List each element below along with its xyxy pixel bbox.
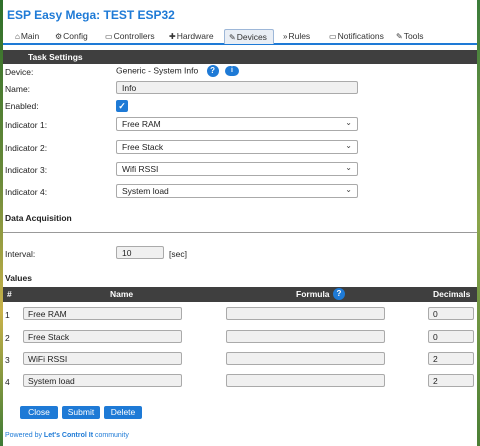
help-icon[interactable]: ? bbox=[206, 65, 219, 77]
rules-icon: » bbox=[283, 32, 288, 41]
device-value: Generic - System Info bbox=[116, 65, 199, 76]
value-formula-input[interactable] bbox=[226, 307, 385, 320]
info-icon[interactable]: i bbox=[224, 66, 239, 76]
interval-label: Interval: bbox=[5, 249, 36, 259]
task-name-input[interactable]: Info bbox=[116, 81, 358, 94]
value-decimals-input[interactable]: 2 bbox=[428, 352, 474, 365]
tab-label: Hardware bbox=[176, 31, 214, 41]
tab-main[interactable]: ⌂Main bbox=[11, 29, 43, 44]
value-decimals-input[interactable]: 0 bbox=[428, 330, 474, 343]
interval-input[interactable]: 10 bbox=[116, 246, 164, 259]
main-nav-tabs: ⌂Main ⚙Config ▭Controllers ✚Hardware ✎De… bbox=[3, 28, 477, 45]
indicator-1-label: Indicator 1: bbox=[5, 120, 48, 130]
chevron-down-icon: ⌄ bbox=[345, 118, 352, 127]
value-name-input[interactable]: Free RAM bbox=[23, 307, 182, 320]
footer-brand-link[interactable]: Let's Control It bbox=[44, 432, 93, 439]
tab-devices[interactable]: ✎Devices bbox=[224, 29, 274, 44]
tab-rules[interactable]: »Rules bbox=[279, 29, 314, 44]
chevron-down-icon: ⌄ bbox=[345, 141, 352, 150]
indicator-2-select[interactable]: Free Stack ⌄ bbox=[116, 140, 358, 154]
app-title: ESP Easy Mega: TEST ESP32 bbox=[7, 8, 175, 22]
value-formula-input[interactable] bbox=[226, 330, 385, 343]
help-icon[interactable]: ? bbox=[333, 288, 345, 300]
close-button[interactable]: Close bbox=[20, 406, 58, 419]
value-decimals-input[interactable]: 0 bbox=[428, 307, 474, 320]
values-table-header: # Name Formula ? Decimals bbox=[3, 287, 477, 302]
tab-hardware[interactable]: ✚Hardware bbox=[165, 29, 218, 44]
tab-notifications[interactable]: ▭Notifications bbox=[325, 29, 388, 44]
indicator-4-select[interactable]: System load ⌄ bbox=[116, 184, 358, 198]
chevron-down-icon: ⌄ bbox=[345, 163, 352, 172]
row-number: 1 bbox=[5, 310, 10, 320]
indicator-1-select[interactable]: Free RAM ⌄ bbox=[116, 117, 358, 131]
value-name-input[interactable]: Free Stack bbox=[23, 330, 182, 343]
tab-controllers[interactable]: ▭Controllers bbox=[101, 29, 159, 44]
tab-tools[interactable]: ✎Tools bbox=[392, 29, 428, 44]
value-decimals-input[interactable]: 2 bbox=[428, 374, 474, 387]
indicator-3-select[interactable]: Wifi RSSI ⌄ bbox=[116, 162, 358, 176]
data-acquisition-title: Data Acquisition bbox=[5, 213, 72, 223]
home-icon: ⌂ bbox=[15, 32, 20, 41]
pin-icon: ✚ bbox=[169, 32, 176, 41]
device-label: Device: bbox=[5, 67, 34, 77]
tab-label: Controllers bbox=[113, 31, 155, 41]
divider bbox=[3, 232, 477, 233]
col-num-header: # bbox=[7, 289, 12, 299]
value-name-input[interactable]: System load bbox=[23, 374, 182, 387]
indicator-4-value: System load bbox=[122, 186, 169, 196]
gear-icon: ⚙ bbox=[55, 32, 63, 41]
footer-suffix: community bbox=[93, 432, 129, 439]
value-formula-input[interactable] bbox=[226, 352, 385, 365]
value-formula-input[interactable] bbox=[226, 374, 385, 387]
tools-icon: ✎ bbox=[396, 32, 403, 41]
row-number: 2 bbox=[5, 333, 10, 343]
tab-label: Rules bbox=[288, 31, 311, 41]
device-edit-page: ESP Easy Mega: TEST ESP32 ⌂Main ⚙Config … bbox=[3, 0, 477, 446]
row-number: 4 bbox=[5, 377, 10, 387]
controllers-icon: ▭ bbox=[105, 32, 113, 41]
col-formula-header: Formula bbox=[296, 289, 330, 299]
enabled-label: Enabled: bbox=[5, 101, 39, 111]
tab-label: Notifications bbox=[337, 31, 384, 41]
chevron-down-icon: ⌄ bbox=[345, 185, 352, 194]
footer-prefix: Powered by bbox=[5, 432, 44, 439]
task-settings-header: Task Settings bbox=[3, 50, 477, 64]
submit-button[interactable]: Submit bbox=[62, 406, 100, 419]
value-name-input[interactable]: WiFi RSSI bbox=[23, 352, 182, 365]
enabled-checkbox[interactable]: ✓ bbox=[116, 100, 128, 112]
indicator-1-value: Free RAM bbox=[122, 119, 161, 129]
footer: Powered by Let's Control It community bbox=[5, 432, 129, 439]
values-title: Values bbox=[5, 273, 32, 283]
tab-label: Main bbox=[20, 31, 40, 41]
name-label: Name: bbox=[5, 84, 31, 94]
pencil-icon: ✎ bbox=[229, 33, 236, 42]
tab-label: Devices bbox=[236, 32, 267, 42]
indicator-3-label: Indicator 3: bbox=[5, 165, 48, 175]
indicator-3-value: Wifi RSSI bbox=[122, 164, 159, 174]
delete-button[interactable]: Delete bbox=[104, 406, 142, 419]
tab-config[interactable]: ⚙Config bbox=[51, 29, 92, 44]
device-value-row: Generic - System Info ? i bbox=[116, 65, 239, 77]
row-number: 3 bbox=[5, 355, 10, 365]
indicator-2-label: Indicator 2: bbox=[5, 143, 48, 153]
indicator-2-value: Free Stack bbox=[122, 142, 164, 152]
indicator-4-label: Indicator 4: bbox=[5, 187, 48, 197]
tab-label: Config bbox=[63, 31, 88, 41]
col-decimals-header: Decimals bbox=[433, 289, 471, 299]
interval-unit: [sec] bbox=[169, 249, 187, 259]
notifications-icon: ▭ bbox=[329, 32, 337, 41]
tab-label: Tools bbox=[403, 31, 424, 41]
col-name-header: Name bbox=[110, 289, 134, 299]
